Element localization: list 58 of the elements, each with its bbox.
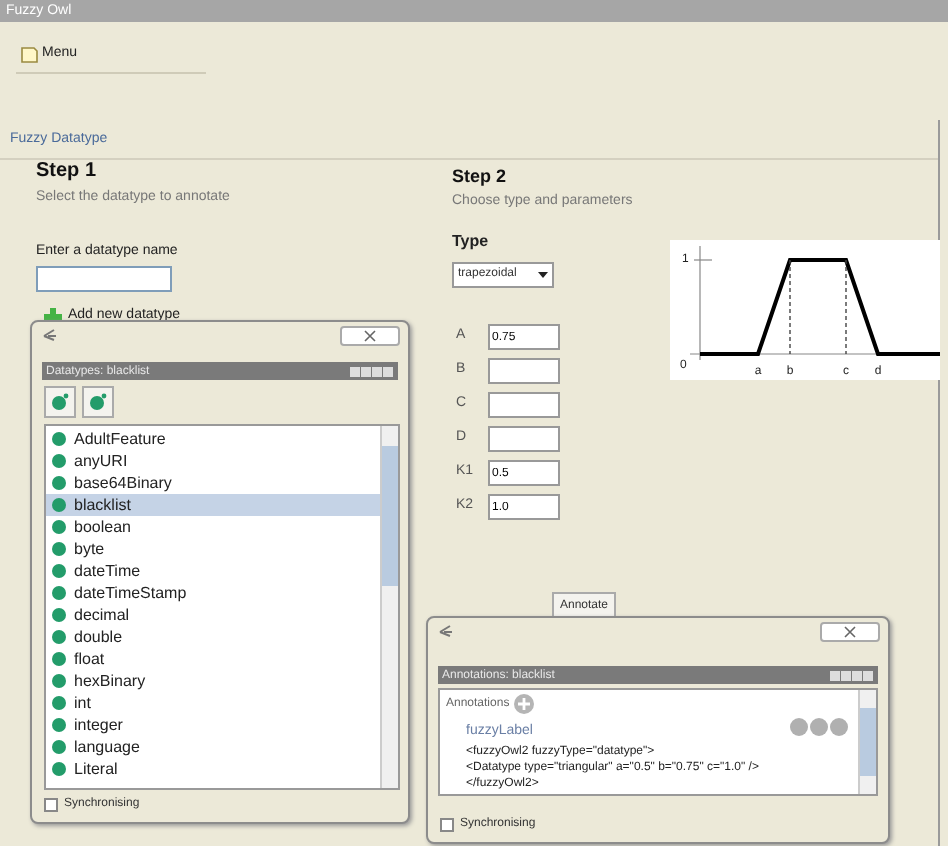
datatype-item[interactable]: base64Binary	[46, 472, 382, 494]
dot-icon	[52, 586, 66, 600]
dot-icon	[52, 740, 66, 754]
note-icon	[20, 45, 38, 64]
dot-icon	[52, 674, 66, 688]
scrollbar[interactable]	[858, 690, 876, 794]
dot-icon	[52, 520, 66, 534]
dot-icon	[52, 762, 66, 776]
dot-icon	[52, 454, 66, 468]
datatype-item[interactable]: language	[46, 736, 382, 758]
step-title: Step 2	[452, 164, 507, 190]
dashed-guide-lines	[789, 259, 847, 355]
add-annotation-button[interactable]	[513, 694, 534, 714]
close-icon	[844, 626, 856, 638]
parameter-field[interactable]	[488, 358, 560, 384]
dot-icon	[52, 476, 66, 490]
datatype-item[interactable]: AdultFeature	[46, 428, 382, 450]
datatype-item[interactable]: Literal	[46, 758, 382, 780]
dot-icon	[52, 718, 66, 732]
step-title: Step 1	[36, 158, 99, 186]
name-field[interactable]	[36, 266, 172, 292]
dot-icon	[52, 630, 66, 644]
dot-icon	[52, 542, 66, 556]
close-icon	[364, 330, 376, 342]
toolbar-button[interactable]	[44, 386, 76, 418]
dot-icon	[52, 564, 66, 578]
dot-icon	[52, 608, 66, 622]
datatype-item[interactable]: byte	[46, 538, 382, 560]
datatype-item[interactable]: blacklist	[46, 494, 382, 516]
synchronising-checkbox[interactable]	[440, 818, 454, 832]
plus-icon	[517, 698, 530, 710]
datatype-item[interactable]: double	[46, 626, 382, 648]
datatype-item[interactable]: dateTime	[46, 560, 382, 582]
dot-icon	[50, 392, 70, 412]
parameter-field[interactable]	[488, 426, 560, 452]
window-controls-icon	[830, 669, 874, 681]
close-button[interactable]	[820, 622, 880, 642]
window-controls-icon	[350, 365, 394, 377]
dot-icon	[52, 696, 66, 710]
datatype-item[interactable]: integer	[46, 714, 382, 736]
scrollbar[interactable]	[380, 426, 398, 788]
datatype-item[interactable]: dateTimeStamp	[46, 582, 382, 604]
datatype-item[interactable]: decimal	[46, 604, 382, 626]
datatype-item[interactable]: anyURI	[46, 450, 382, 472]
datatype-item[interactable]: boolean	[46, 516, 382, 538]
datatype-item[interactable]: float	[46, 648, 382, 670]
datatype-item[interactable]: int	[46, 692, 382, 714]
dot-icon	[52, 432, 66, 446]
dot-icon	[88, 392, 108, 412]
dot-icon	[52, 498, 66, 512]
toolbar-button[interactable]	[82, 386, 114, 418]
datatype-item[interactable]: hexBinary	[46, 670, 382, 692]
synchronising-checkbox[interactable]	[44, 798, 58, 812]
field-label: Type	[452, 230, 489, 254]
close-button[interactable]	[340, 326, 400, 346]
caret-icon	[538, 272, 548, 278]
dot-icon	[52, 652, 66, 666]
parameter-field[interactable]	[488, 392, 560, 418]
